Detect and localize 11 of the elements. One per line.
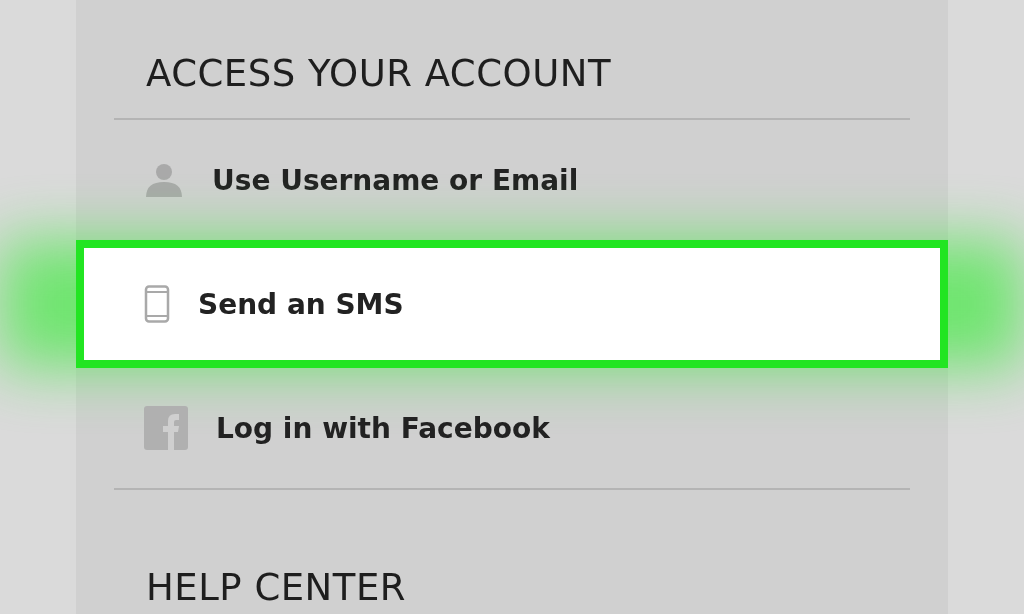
section-title: ACCESS YOUR ACCOUNT [145,51,612,97]
item-label: Log in with Facebook [216,411,550,445]
phone-icon [144,285,170,323]
person-icon [144,163,184,197]
item-label: Send an SMS [198,287,404,321]
menu-item[interactable]: Use Username or Email [76,130,948,230]
menu-item[interactable]: Send an SMS [76,240,948,368]
facebook-icon [144,406,188,450]
item-label: Use Username or Email [212,163,579,197]
section-title: HELP CENTER [145,565,407,611]
menu-item[interactable]: Log in with Facebook [76,378,948,478]
